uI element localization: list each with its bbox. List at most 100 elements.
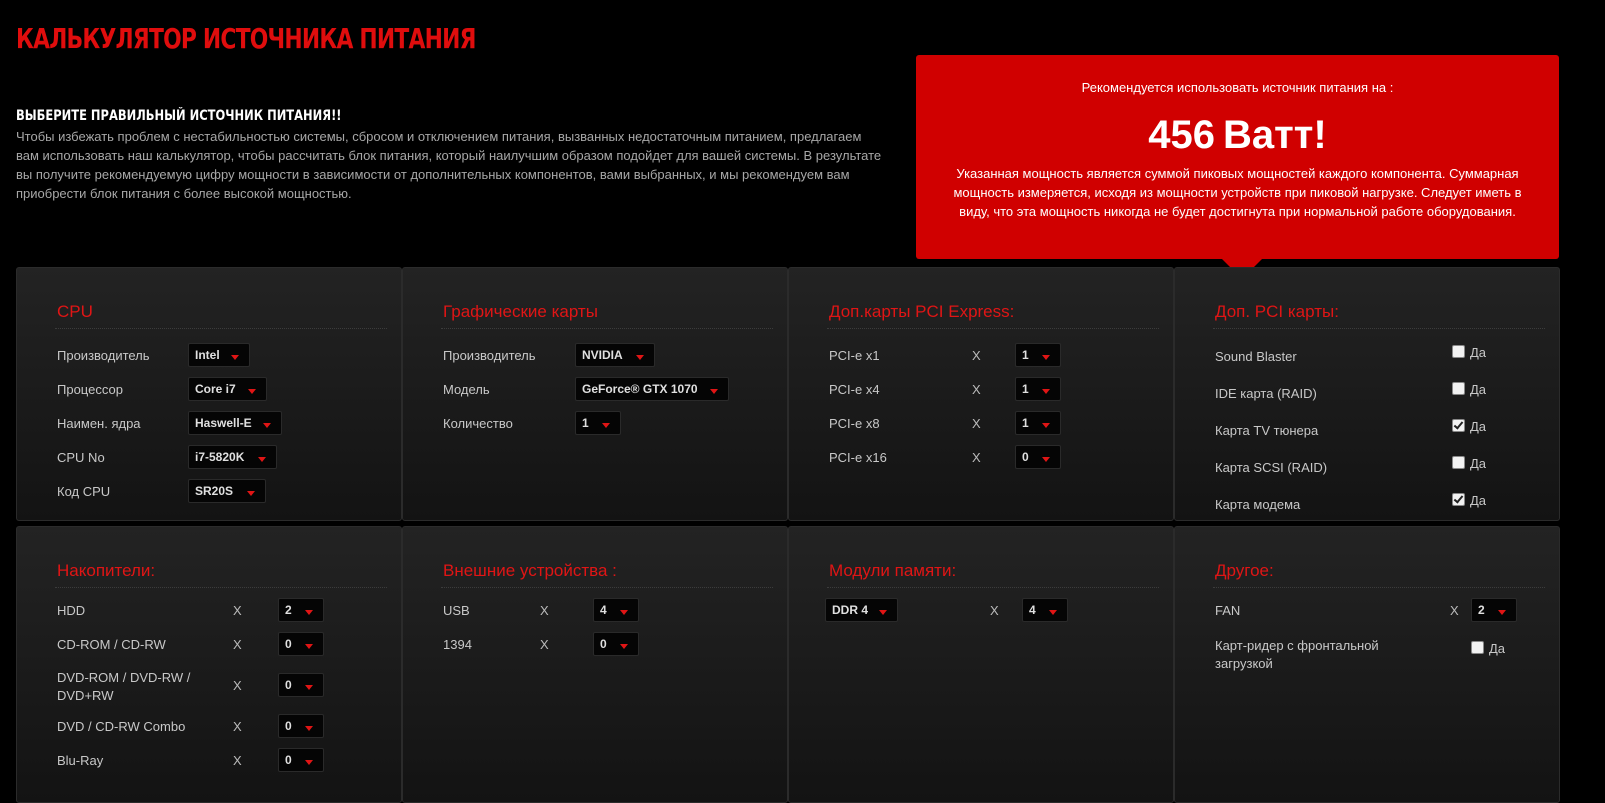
panel-pci: Доп. PCI карты: Sound Blaster Да IDE кар… <box>1174 267 1560 521</box>
field-label: Количество <box>443 416 513 431</box>
gpu-count-select[interactable]: 1 <box>575 411 621 435</box>
select-value: 2 <box>1478 603 1485 617</box>
times-sign: X <box>972 450 981 465</box>
other-row-fan: FAN X 2 <box>1215 598 1545 622</box>
card-reader-checkbox[interactable]: Да <box>1471 641 1505 656</box>
select-value: 0 <box>285 753 292 767</box>
cpu-manufacturer-select[interactable]: Intel <box>188 343 250 367</box>
select-value: Intel <box>195 348 220 362</box>
pcie-x4-select[interactable]: 1 <box>1015 377 1061 401</box>
times-sign: X <box>1450 603 1459 618</box>
chevron-down-icon <box>1042 355 1050 360</box>
cdrom-select[interactable]: 0 <box>278 632 324 656</box>
panel-other: Другое: FAN X 2 Карт-ридер с фронтальной… <box>1174 526 1560 803</box>
pcie-row-x1: PCI-e x1 X 1 <box>829 343 1159 367</box>
recommendation-box: Рекомендуется использовать источник пита… <box>916 55 1559 279</box>
times-sign: X <box>233 753 242 768</box>
field-label: PCI-e x4 <box>829 382 880 397</box>
modem-checkbox[interactable]: Да <box>1452 493 1486 508</box>
chevron-down-icon <box>620 610 628 615</box>
panel-title: Накопители: <box>57 561 156 580</box>
chevron-down-icon <box>305 685 313 690</box>
storage-row-dvd: DVD-ROM / DVD-RW / DVD+RW X 0 <box>57 670 387 703</box>
field-label: HDD <box>57 603 86 618</box>
field-label: Наимен. ядра <box>57 416 141 431</box>
external-row-usb: USB X 4 <box>443 598 773 622</box>
panel-pcie: Доп.карты PCI Express: PCI-e x1 X 1 PCI-… <box>788 267 1174 521</box>
divider <box>827 328 1159 329</box>
cpu-number-select[interactable]: i7-5820K <box>188 445 277 469</box>
pci-row-scsi: Карта SCSI (RAID) Да <box>1215 455 1545 479</box>
select-value: GeForce® GTX 1070 <box>582 382 698 396</box>
field-label: Карта модема <box>1215 497 1301 512</box>
panel-storage: Накопители: HDD X 2 CD-ROM / CD-RW X 0 D… <box>16 526 402 803</box>
gpu-row-count: Количество 1 <box>443 411 773 435</box>
bluray-select[interactable]: 0 <box>278 748 324 772</box>
chevron-down-icon <box>263 423 271 428</box>
memory-type-select[interactable]: DDR 4 <box>825 598 898 622</box>
field-label: IDE карта (RAID) <box>1215 386 1317 401</box>
times-sign: X <box>972 348 981 363</box>
fan-select[interactable]: 2 <box>1471 598 1517 622</box>
field-label: 1394 <box>443 637 472 652</box>
pci-row-modem: Карта модема Да <box>1215 492 1545 516</box>
select-value: 4 <box>1029 603 1036 617</box>
pcie-x16-select[interactable]: 0 <box>1015 445 1061 469</box>
dvd-combo-select[interactable]: 0 <box>278 714 324 738</box>
gpu-model-select[interactable]: GeForce® GTX 1070 <box>575 377 729 401</box>
dvd-select[interactable]: 0 <box>278 673 324 697</box>
chevron-down-icon <box>258 457 266 462</box>
panel-title: Внешние устройства : <box>443 561 617 580</box>
recommendation-label: Рекомендуется использовать источник пита… <box>1081 80 1394 95</box>
pcie-row-x4: PCI-e x4 X 1 <box>829 377 1159 401</box>
select-value: 1 <box>1022 382 1029 396</box>
field-label: Карта TV тюнера <box>1215 423 1319 438</box>
cpu-core-select[interactable]: Haswell-E <box>188 411 282 435</box>
field-label: PCI-e x16 <box>829 450 887 465</box>
select-value: NVIDIA <box>582 348 623 362</box>
chevron-down-icon <box>231 355 239 360</box>
other-row-reader: Карт-ридер с фронтальной загрузкой Да <box>1215 638 1545 671</box>
field-label: Процессор <box>57 382 123 397</box>
chevron-down-icon <box>305 644 313 649</box>
gpu-manufacturer-select[interactable]: NVIDIA <box>575 343 655 367</box>
pcie-row-x8: PCI-e x8 X 1 <box>829 411 1159 435</box>
select-value: 0 <box>285 678 292 692</box>
checkbox-box <box>1452 345 1465 358</box>
hdd-select[interactable]: 2 <box>278 598 324 622</box>
checkbox-label: Да <box>1489 641 1506 656</box>
field-label: Производитель <box>443 348 536 363</box>
gpu-row-model: Модель GeForce® GTX 1070 <box>443 377 773 401</box>
field-label: Модель <box>443 382 490 397</box>
usb-select[interactable]: 4 <box>593 598 639 622</box>
panel-title: Доп.карты PCI Express: <box>829 302 1015 321</box>
memory-count-select[interactable]: 4 <box>1022 598 1068 622</box>
cpu-processor-select[interactable]: Core i7 <box>188 377 267 401</box>
times-sign: X <box>233 637 242 652</box>
select-value: SR20S <box>195 484 234 498</box>
cpu-code-select[interactable]: SR20S <box>188 479 266 503</box>
divider <box>55 328 387 329</box>
pcie-x8-select[interactable]: 1 <box>1015 411 1061 435</box>
pci-row-sound: Sound Blaster Да <box>1215 344 1545 368</box>
pcie-x1-select[interactable]: 1 <box>1015 343 1061 367</box>
field-label: CPU No <box>57 450 105 465</box>
select-value: 1 <box>582 416 589 430</box>
firewire-select[interactable]: 0 <box>593 632 639 656</box>
divider <box>441 587 773 588</box>
pcie-row-x16: PCI-e x16 X 0 <box>829 445 1159 469</box>
select-value: 2 <box>285 603 292 617</box>
divider <box>1213 328 1545 329</box>
ide-raid-checkbox[interactable]: Да <box>1452 382 1486 397</box>
select-value: 0 <box>285 637 292 651</box>
gpu-row-manufacturer: Производитель NVIDIA <box>443 343 773 367</box>
checkbox-box <box>1452 382 1465 395</box>
field-label: DVD-ROM / DVD-RW / DVD+RW <box>57 670 191 703</box>
sound-blaster-checkbox[interactable]: Да <box>1452 345 1486 360</box>
storage-row-hdd: HDD X 2 <box>57 598 387 622</box>
field-label: USB <box>443 603 470 618</box>
scsi-raid-checkbox[interactable]: Да <box>1452 456 1486 471</box>
tv-tuner-checkbox[interactable]: Да <box>1452 419 1486 434</box>
field-label: Карта SCSI (RAID) <box>1215 460 1328 475</box>
cpu-row-manufacturer: Производитель Intel <box>57 343 387 367</box>
